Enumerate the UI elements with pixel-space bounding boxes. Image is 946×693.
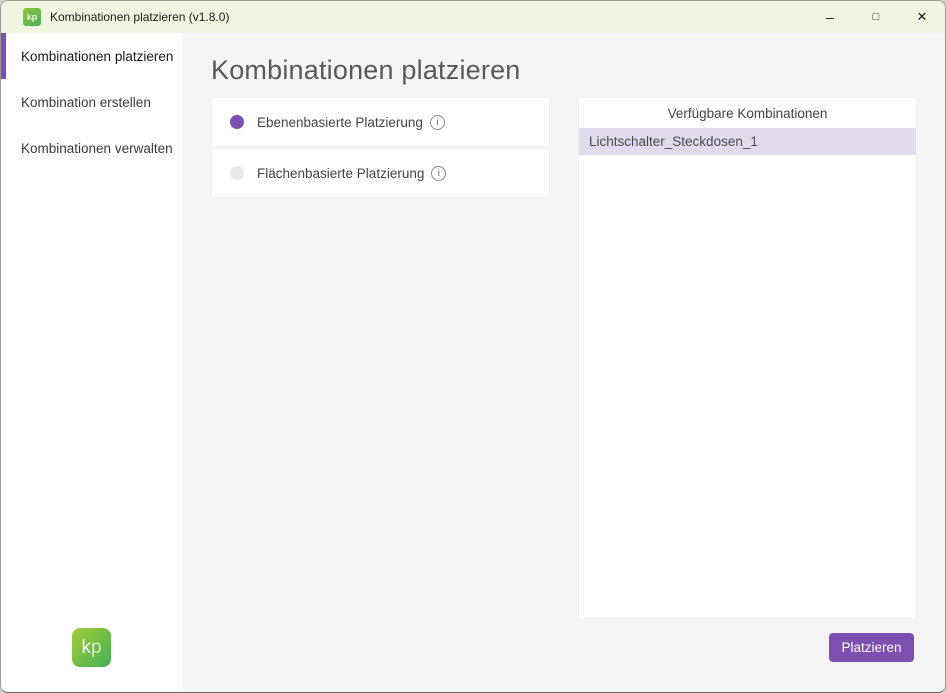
app-icon-text: kp bbox=[27, 12, 38, 22]
radio-button-selected[interactable] bbox=[230, 115, 244, 129]
app-window: kp Kombinationen platzieren (v1.8.0) – □… bbox=[0, 0, 946, 693]
kp-logo: kp bbox=[72, 628, 111, 667]
close-icon: ✕ bbox=[917, 9, 928, 25]
page-title: Kombinationen platzieren bbox=[211, 55, 521, 86]
info-icon[interactable]: i bbox=[431, 166, 446, 181]
minimize-button[interactable]: – bbox=[807, 1, 853, 33]
list-item-lichtschalter-steckdosen-1[interactable]: Lichtschalter_Steckdosen_1 bbox=[579, 128, 916, 155]
titlebar[interactable]: kp Kombinationen platzieren (v1.8.0) – □… bbox=[1, 1, 945, 33]
kp-logo-k: k bbox=[81, 638, 91, 657]
option-flaechenbasierte-platzierung[interactable]: Flächenbasierte Platzierung i bbox=[212, 149, 549, 197]
main-content: Kombinationen platzieren Ebenenbasierte … bbox=[182, 33, 945, 693]
maximize-icon: □ bbox=[873, 11, 880, 23]
option-label: Flächenbasierte Platzierung bbox=[257, 166, 424, 181]
window-controls: – □ ✕ bbox=[807, 1, 945, 33]
sidebar-item-kombination-erstellen[interactable]: Kombination erstellen bbox=[1, 79, 182, 125]
sidebar-item-label: Kombinationen platzieren bbox=[21, 49, 173, 64]
minimize-icon: – bbox=[826, 14, 834, 20]
option-label: Ebenenbasierte Platzierung bbox=[257, 115, 423, 130]
sidebar: Kombinationen platzieren Kombination ers… bbox=[1, 33, 182, 693]
radio-button-unselected[interactable] bbox=[230, 166, 244, 180]
sidebar-item-label: Kombination erstellen bbox=[21, 95, 151, 110]
available-combinations-panel: Verfügbare Kombinationen Lichtschalter_S… bbox=[579, 98, 916, 618]
combinations-panel-header: Verfügbare Kombinationen bbox=[579, 98, 916, 128]
platzieren-button[interactable]: Platzieren bbox=[829, 633, 914, 662]
app-body: Kombinationen platzieren Kombination ers… bbox=[1, 33, 945, 693]
placement-options: Ebenenbasierte Platzierung i Flächenbasi… bbox=[212, 98, 549, 200]
option-ebenenbasierte-platzierung[interactable]: Ebenenbasierte Platzierung i bbox=[212, 98, 549, 146]
kp-logo-p: p bbox=[91, 638, 102, 657]
maximize-button[interactable]: □ bbox=[853, 1, 899, 33]
window-title: Kombinationen platzieren (v1.8.0) bbox=[50, 10, 807, 24]
sidebar-item-kombinationen-verwalten[interactable]: Kombinationen verwalten bbox=[1, 125, 182, 171]
app-icon: kp bbox=[23, 8, 41, 26]
close-button[interactable]: ✕ bbox=[899, 1, 945, 33]
sidebar-item-label: Kombinationen verwalten bbox=[21, 141, 173, 156]
info-icon[interactable]: i bbox=[430, 115, 445, 130]
sidebar-item-kombinationen-platzieren[interactable]: Kombinationen platzieren bbox=[1, 33, 182, 79]
